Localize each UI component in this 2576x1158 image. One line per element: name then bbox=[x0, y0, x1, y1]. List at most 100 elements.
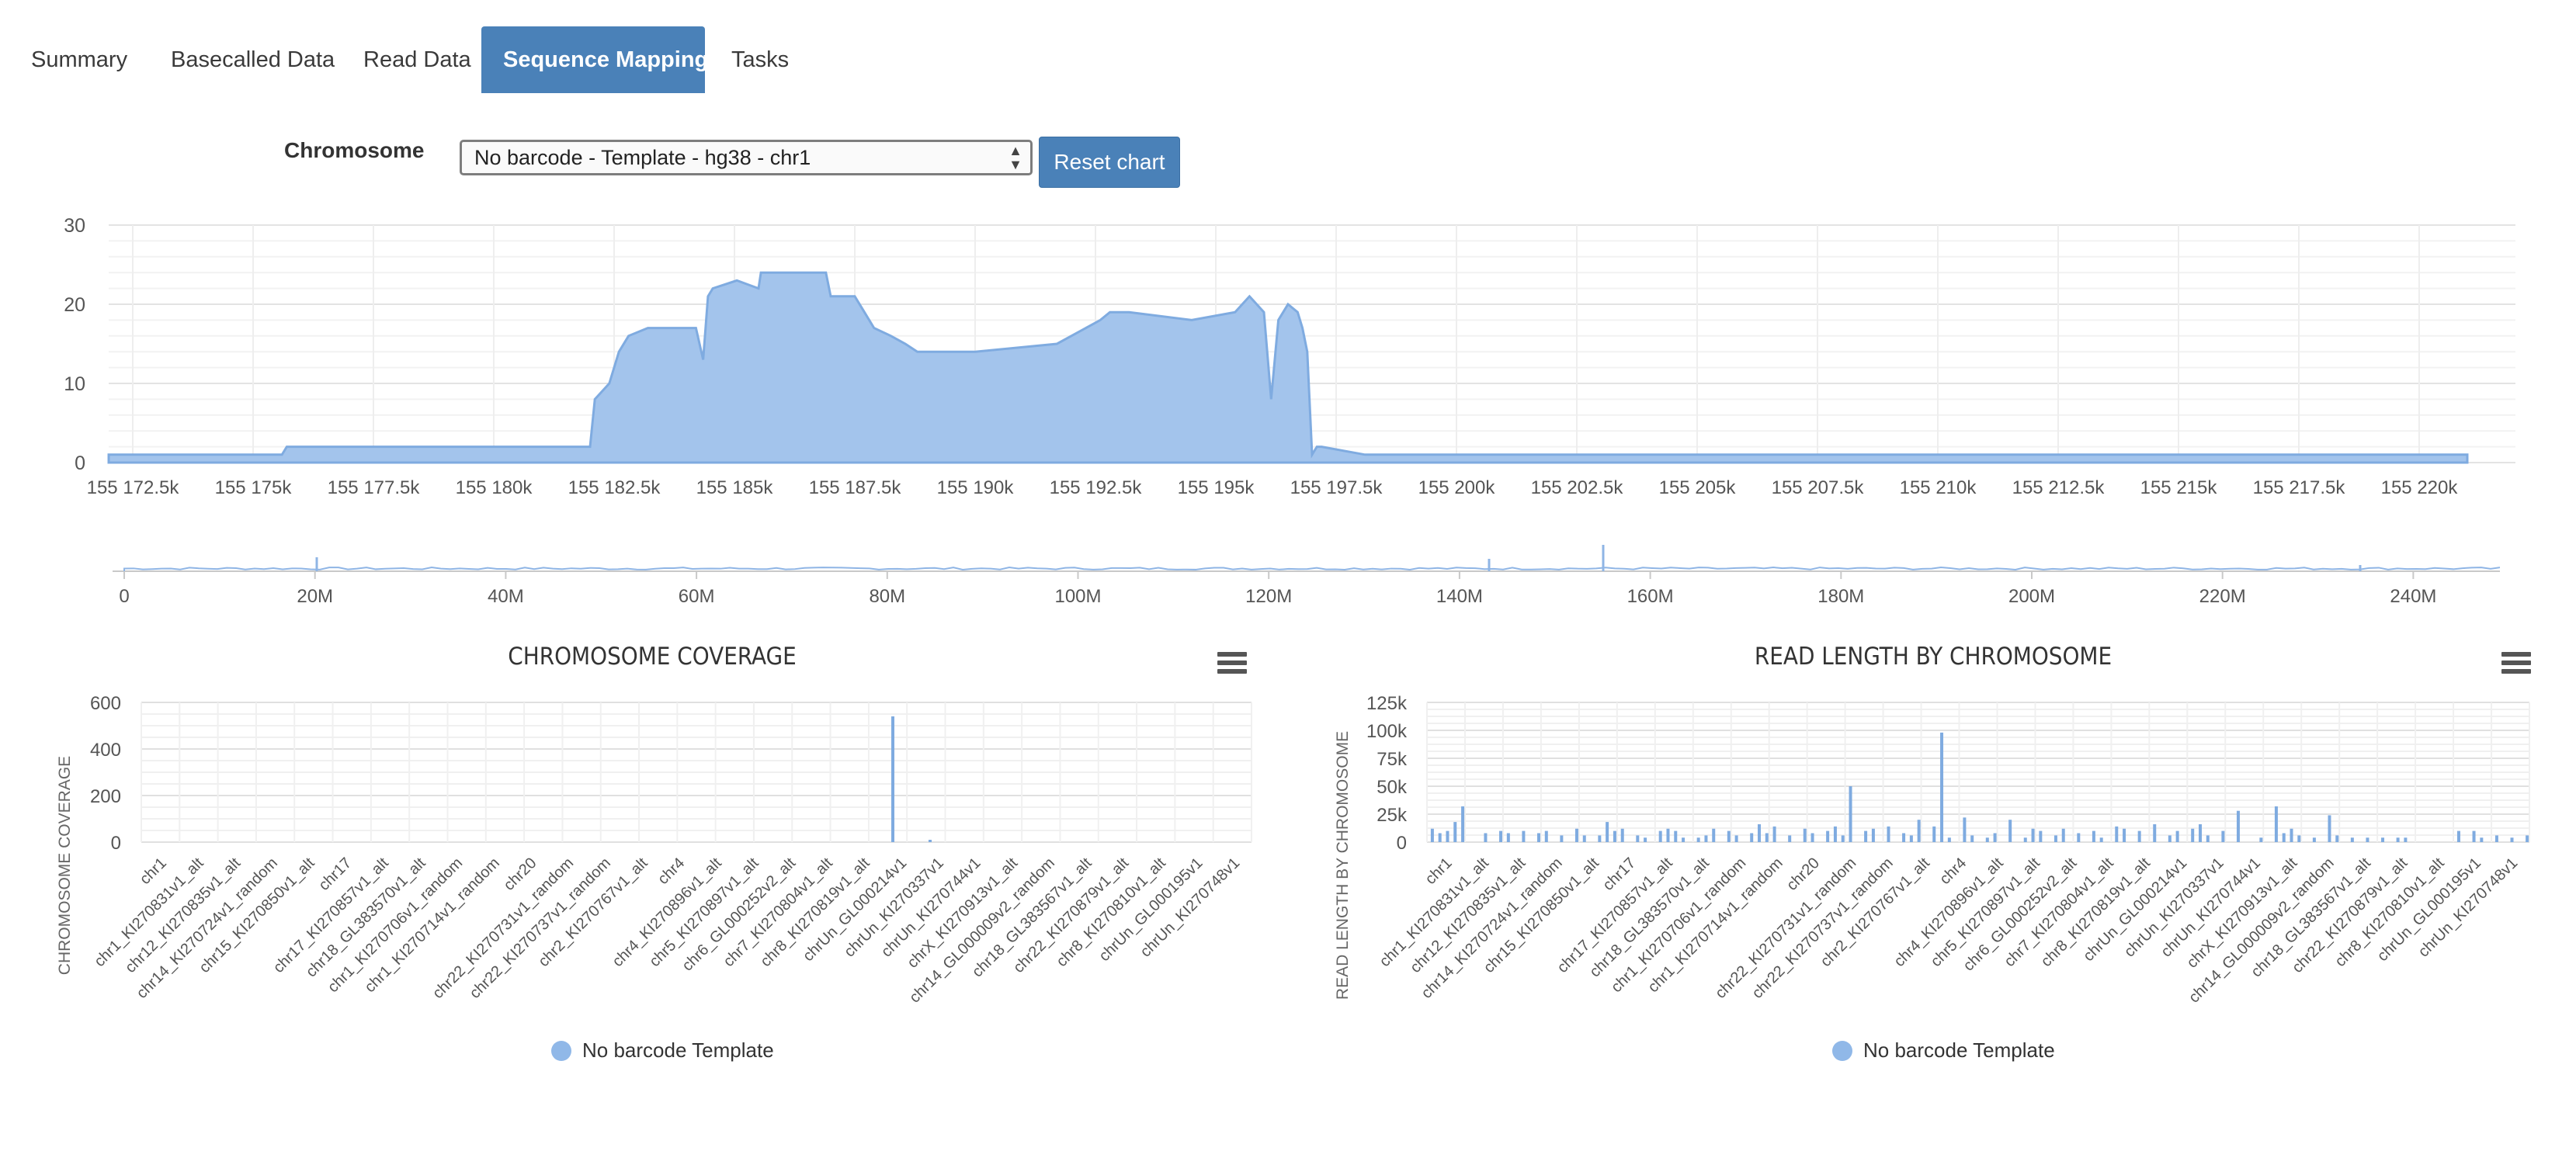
y-tick-label: 0 bbox=[111, 833, 121, 854]
bar bbox=[1613, 830, 1616, 842]
bar bbox=[1461, 806, 1465, 842]
tab-bar: Summary Basecalled Data Read Data Sequen… bbox=[0, 26, 2576, 93]
bar bbox=[1506, 833, 1510, 842]
x-tick-label: 155 182.5k bbox=[568, 477, 661, 498]
right-y-axis-label: READ LENGTH BY CHROMOSOME bbox=[1334, 731, 1352, 1000]
read-length-title: READ LENGTH BY CHROMOSOME bbox=[1754, 643, 2113, 671]
bar bbox=[2456, 830, 2460, 842]
left-legend-item[interactable]: No barcode Template bbox=[551, 1038, 774, 1063]
tab-read-data[interactable]: Read Data bbox=[342, 26, 493, 93]
y-tick-label: 75k bbox=[1377, 749, 1408, 770]
x-tick-label: 155 212.5k bbox=[2012, 477, 2106, 498]
bar bbox=[1917, 820, 1921, 842]
navigator-x-tick-label: 0 bbox=[119, 586, 129, 607]
bar bbox=[2023, 837, 2027, 842]
bar bbox=[1947, 837, 1951, 842]
x-tick-label: 155 177.5k bbox=[328, 477, 421, 498]
bar bbox=[2221, 830, 2225, 842]
y-tick-label: 25k bbox=[1377, 805, 1408, 826]
x-tick-label: 155 192.5k bbox=[1050, 477, 1143, 498]
tab-summary[interactable]: Summary bbox=[9, 26, 149, 93]
bar bbox=[2039, 830, 2043, 842]
left-chart-menu-icon[interactable] bbox=[1217, 652, 1247, 678]
bar bbox=[2168, 835, 2172, 842]
x-tick-label: 155 195k bbox=[1178, 477, 1255, 498]
bar bbox=[2328, 815, 2331, 842]
bar bbox=[2175, 830, 2179, 842]
bar bbox=[1849, 786, 1852, 842]
x-tick-label: 155 185k bbox=[696, 477, 774, 498]
bar bbox=[2115, 826, 2119, 842]
bar bbox=[1537, 833, 1540, 842]
bar bbox=[1674, 830, 1678, 842]
x-tick-label: chr1 bbox=[137, 855, 170, 888]
bar bbox=[1902, 833, 1906, 842]
bar bbox=[1750, 833, 1754, 842]
chromosome-select[interactable]: No barcode - Template - hg38 - chr1 ▲ ▼ bbox=[460, 140, 1033, 175]
bar bbox=[1484, 833, 1488, 842]
right-chart-menu-icon[interactable] bbox=[2501, 652, 2531, 678]
x-tick-label: 155 202.5k bbox=[1531, 477, 1624, 498]
bar bbox=[1598, 835, 1602, 842]
navigator-x-tick-label: 200M bbox=[2008, 586, 2055, 607]
bar bbox=[1712, 828, 1716, 842]
bar bbox=[1544, 830, 1548, 842]
bar bbox=[1574, 828, 1578, 842]
x-tick-label: chr1 bbox=[1422, 855, 1456, 888]
bar bbox=[2282, 833, 2286, 842]
reset-chart-button[interactable]: Reset chart bbox=[1039, 137, 1180, 188]
read-length-chart[interactable]: 025k50k75k100k125k chr1chr1_KI270831v1_a… bbox=[1287, 675, 2576, 1063]
chromosome-coverage-chart[interactable]: 0200400600 chr1chr1_KI270831v1_altchr12_… bbox=[0, 675, 1289, 1063]
right-legend-item[interactable]: No barcode Template bbox=[1832, 1038, 2055, 1063]
bar bbox=[2153, 823, 2157, 842]
bar bbox=[1606, 822, 1609, 842]
left-legend-label: No barcode Template bbox=[582, 1038, 774, 1062]
x-tick-label: 155 180k bbox=[456, 477, 533, 498]
bar bbox=[1909, 835, 1913, 842]
bar bbox=[2290, 828, 2293, 842]
tab-sequence-mapping[interactable]: Sequence Mapping bbox=[481, 26, 708, 93]
bar bbox=[1438, 833, 1442, 842]
bar bbox=[2526, 835, 2529, 842]
select-arrows-icon: ▲ ▼ bbox=[1009, 143, 1022, 172]
bar bbox=[1758, 823, 1761, 842]
navigator-x-tick-label: 80M bbox=[869, 586, 905, 607]
bar bbox=[1803, 828, 1807, 842]
bar bbox=[2199, 823, 2202, 842]
bar bbox=[1985, 837, 1989, 842]
tab-tasks[interactable]: Tasks bbox=[710, 26, 811, 93]
bar bbox=[1430, 828, 1434, 842]
bar bbox=[1453, 822, 1457, 842]
x-tick-label: 155 215k bbox=[2140, 477, 2218, 498]
bar bbox=[2381, 837, 2385, 842]
chromosome-select-value: No barcode - Template - hg38 - chr1 bbox=[474, 146, 811, 169]
bar bbox=[2054, 835, 2057, 842]
bar bbox=[2297, 835, 2301, 842]
bar bbox=[1810, 833, 1814, 842]
bar bbox=[1644, 837, 1647, 842]
x-tick-label: chr4 bbox=[654, 855, 688, 888]
bar bbox=[1963, 817, 1967, 842]
x-tick-label: 155 187.5k bbox=[809, 477, 902, 498]
bar bbox=[1772, 826, 1776, 842]
x-tick-label: 155 190k bbox=[937, 477, 1015, 498]
x-tick-label: 155 220k bbox=[2381, 477, 2459, 498]
tab-basecalled-data[interactable]: Basecalled Data bbox=[149, 26, 356, 93]
bar bbox=[2494, 835, 2498, 842]
navigator-x-tick-label: 60M bbox=[679, 586, 715, 607]
bar bbox=[2061, 828, 2065, 842]
bar bbox=[2312, 837, 2316, 842]
bar bbox=[2350, 837, 2354, 842]
legend-dot-icon bbox=[551, 1040, 571, 1061]
bar bbox=[2335, 835, 2339, 842]
bar bbox=[2099, 837, 2103, 842]
bar bbox=[2480, 837, 2484, 842]
navigator-chart[interactable]: 0 20M 40M 60M 80M 100M 120M 140M 160M 180M 200M 220… bbox=[0, 528, 2576, 629]
x-tick-label: 155 172.5k bbox=[87, 477, 180, 498]
y-tick-label: 0 bbox=[75, 452, 85, 474]
bar bbox=[2206, 835, 2210, 842]
bar bbox=[2077, 833, 2081, 842]
coverage-area-chart[interactable]: 0 10 20 30 155 172.5k 155 175k 155 177.5k 155 … bbox=[0, 202, 2576, 528]
x-tick-label: 155 197.5k bbox=[1290, 477, 1383, 498]
bar bbox=[891, 716, 894, 842]
